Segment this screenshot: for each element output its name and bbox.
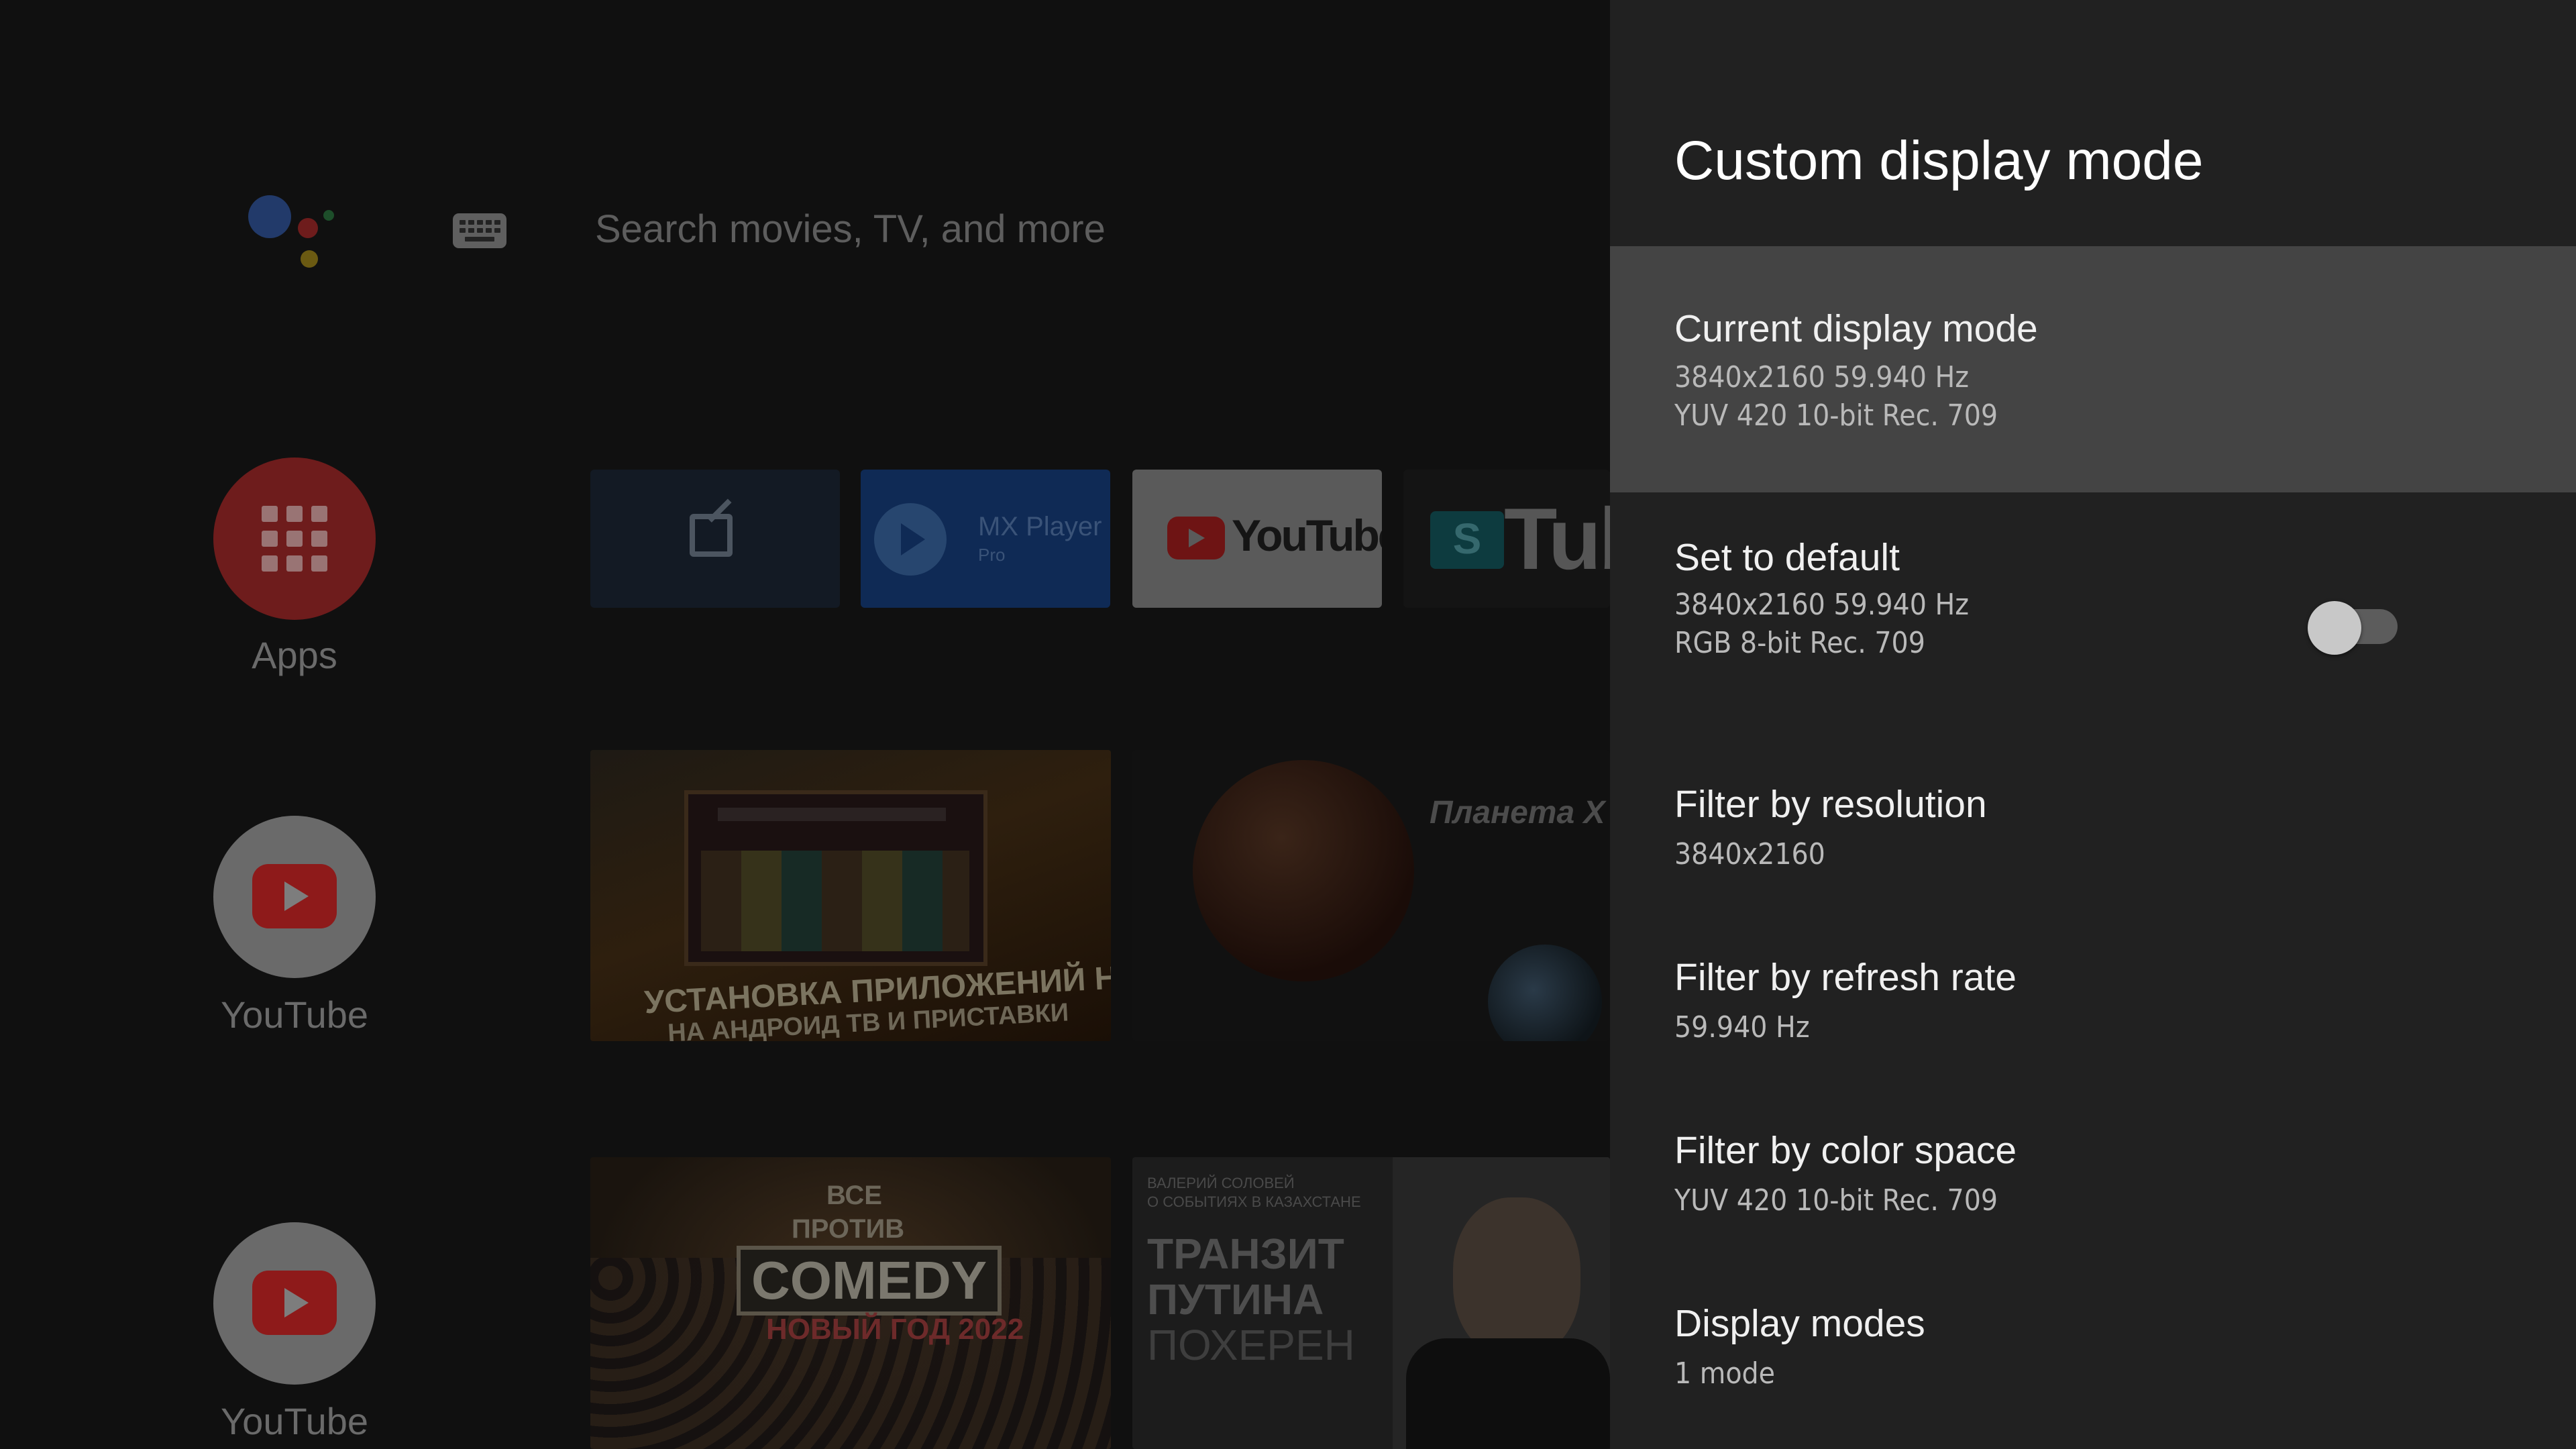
external-link-tile[interactable] (590, 470, 840, 608)
menu-item-filter-by-resolution[interactable]: Filter by resolution 3840x2160 (1610, 742, 2576, 918)
menu-item-filter-by-refresh-rate[interactable]: Filter by refresh rate 59.940 Hz (1610, 918, 2576, 1089)
video-thumbnail-tranzit[interactable]: ВАЛЕРИЙ СОЛОВЕЙ О СОБЫТИЯХ В КАЗАХСТАНЕ … (1132, 1157, 1610, 1449)
apps-label: Apps (252, 634, 337, 676)
youtube-channel-tile[interactable]: YouTube (1132, 470, 1382, 608)
search-bar[interactable]: Search movies, TV, and more (595, 205, 1106, 254)
youtube-label: YouTube (220, 994, 369, 1036)
mx-player-title: MX Player (978, 512, 1102, 541)
keyboard-icon[interactable] (453, 213, 506, 248)
youtube-label-2: YouTube (220, 1400, 369, 1442)
stube-tile[interactable]: S Tube (1403, 470, 1610, 608)
video-thumbnail-install-apps[interactable]: УСТАНОВКА ПРИЛОЖЕНИЙ НА НА АНДРОИД ТВ И … (590, 750, 1111, 1041)
menu-item-current-display-mode[interactable]: Current display mode 3840x2160 59.940 Hz… (1610, 246, 2576, 492)
home-screen: Search movies, TV, and more Apps YouTube… (0, 0, 1610, 1449)
mx-player-tile[interactable]: MX Player Pro (861, 470, 1110, 608)
youtube-icon (213, 816, 376, 978)
apps-grid-icon (213, 458, 376, 620)
video-thumbnail-comedy[interactable]: ВСЕ ПРОТИВ COMEDY НОВЫЙ ГОД 2022 (590, 1157, 1111, 1449)
apps-tile[interactable]: Apps (213, 458, 376, 676)
panel-header: Custom display mode (1610, 0, 2576, 246)
google-assistant-icon[interactable] (248, 191, 342, 272)
video-thumbnail-planet-x[interactable]: Планета Х (1132, 750, 1610, 1041)
page-title: Custom display mode (1674, 130, 2204, 191)
stube-badge: S (1430, 511, 1504, 569)
youtube-logo-text: YouTube (1232, 511, 1382, 560)
menu-item-set-to-default[interactable]: Set to default 3840x2160 59.940 Hz RGB 8… (1610, 492, 2576, 742)
youtube-icon (213, 1222, 376, 1385)
menu-item-filter-by-color-space[interactable]: Filter by color space YUV 420 10-bit Rec… (1610, 1089, 2576, 1261)
stube-title: Tube (1504, 490, 1610, 588)
youtube-tile[interactable]: YouTube (213, 816, 376, 1036)
menu-item-display-modes[interactable]: Display modes 1 mode (1610, 1261, 2576, 1449)
youtube-tile-2[interactable]: YouTube (213, 1222, 376, 1442)
set-to-default-toggle[interactable] (2308, 594, 2398, 655)
mx-player-subtitle: Pro (978, 545, 1006, 565)
settings-panel: Custom display mode Current display mode… (1610, 0, 2576, 1449)
